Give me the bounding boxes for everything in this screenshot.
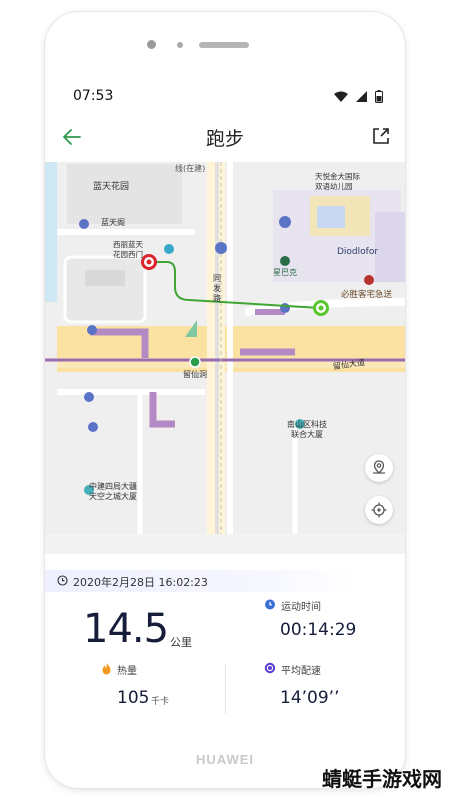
- timer-icon: [265, 599, 275, 610]
- duration-label: 运动时间: [281, 602, 321, 613]
- map-label-zhongjian: 中建四局大疆 天空之城大厦: [89, 482, 137, 501]
- crosshair-icon: [371, 502, 387, 518]
- calories-unit: 千卡: [151, 697, 170, 707]
- app-bar: 跑步: [45, 116, 405, 160]
- phone-frame: 07:53 跑步 线(在建) 蓝天花园 蓝天阁 西丽蓝天 花园西门 同 发 路 …: [45, 12, 405, 788]
- map-label-diodlofor: Diodlofor: [337, 247, 379, 257]
- workout-datetime-strip: 2020年2月28日 16:02:23: [45, 570, 355, 592]
- map-label-nanshan-tech: 南山区科技 联合大厦: [287, 420, 327, 439]
- phone-bezel: [45, 12, 405, 82]
- map-label-lantian-pavilion: 蓝天阁: [101, 218, 125, 227]
- status-bar: 07:53: [45, 86, 405, 110]
- distance-value: 14.5: [83, 606, 169, 652]
- pace-icon: [264, 662, 276, 674]
- battery-icon: [375, 90, 383, 103]
- map-label-line: 线(在建): [175, 164, 206, 173]
- page-title: 跑步: [205, 128, 244, 150]
- calories-value: 105: [117, 688, 150, 708]
- pace-value: 14’09’’: [280, 688, 340, 708]
- map-label-kindergarten: 天悦金大国际 双语幼儿园: [315, 172, 360, 191]
- map-label-lantian-garden: 蓝天花园: [93, 182, 130, 192]
- distance-unit: 公里: [170, 636, 192, 649]
- map-label-tongfa-road: 同 发 路: [213, 274, 221, 303]
- map-label-xili-gate: 西丽蓝天 花园西门: [113, 240, 143, 259]
- duration-value: 00:14:29: [280, 620, 357, 640]
- map-pin-icon: [373, 460, 385, 474]
- cellular-signal-icon: [356, 91, 367, 102]
- front-camera: [147, 40, 156, 49]
- route-map[interactable]: 线(在建) 蓝天花园 蓝天阁 西丽蓝天 花园西门 同 发 路 留仙洞 留仙大道 …: [45, 162, 405, 554]
- status-time: 07:53: [73, 88, 114, 104]
- flame-icon: [102, 662, 111, 675]
- site-watermark: 蜻蜓手游戏网: [322, 767, 442, 791]
- stats-divider: [225, 664, 226, 714]
- map-label-liuxiandong: 留仙洞: [183, 370, 207, 379]
- locate-button[interactable]: [365, 496, 393, 524]
- calories-label: 热量: [117, 666, 137, 677]
- map-layers-button[interactable]: [365, 454, 393, 482]
- wifi-icon: [334, 91, 348, 102]
- pace-label: 平均配速: [281, 666, 321, 677]
- share-icon[interactable]: [371, 126, 391, 146]
- clock-icon: [57, 575, 68, 586]
- earpiece-speaker: [199, 42, 249, 48]
- map-label-bishengke: 必胜客宅急送: [341, 290, 393, 300]
- workout-datetime: 2020年2月28日 16:02:23: [73, 576, 208, 589]
- sensor: [177, 42, 183, 48]
- map-label-starbucks: 星巴克: [273, 268, 297, 277]
